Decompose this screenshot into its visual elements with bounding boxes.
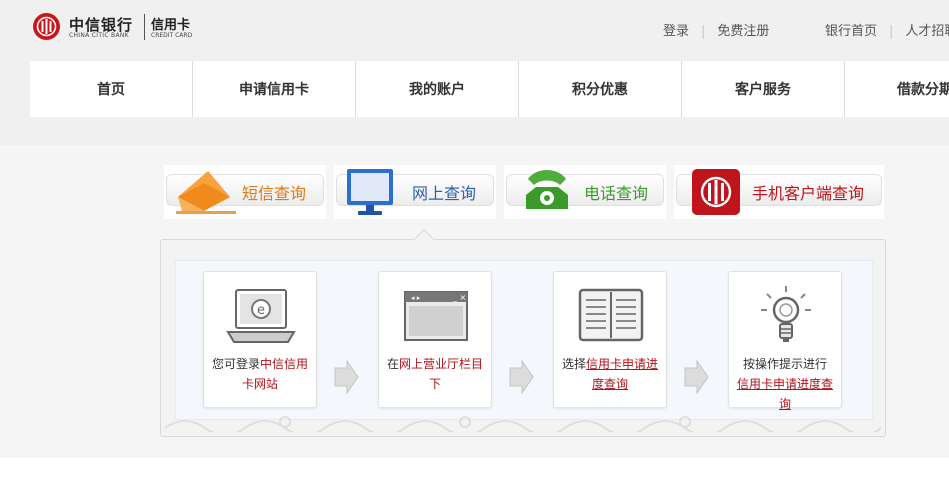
step-online-hall: ◂ ▸ _ × 在网上营业厅栏目下 bbox=[378, 271, 492, 408]
phone-icon bbox=[518, 165, 574, 217]
step-text-prefix: 按操作提示进行 bbox=[742, 357, 827, 371]
tab-phone-query[interactable]: 电话查询 bbox=[504, 165, 666, 219]
nav-item-installments[interactable]: 借款分期 bbox=[845, 61, 949, 117]
nav-item-apply-card[interactable]: 申请信用卡 bbox=[193, 61, 356, 117]
link-divider: | bbox=[889, 24, 894, 39]
tab-label: 短信查询 bbox=[242, 184, 307, 203]
tab-sms-query[interactable]: 短信查询 bbox=[164, 165, 326, 219]
svg-text:e: e bbox=[257, 303, 265, 318]
bank-home-link[interactable]: 银行首页 bbox=[825, 24, 877, 39]
nav-item-points-offers[interactable]: 积分优惠 bbox=[519, 61, 682, 117]
application-progress-link[interactable]: 信用卡申请进度查询 bbox=[586, 357, 658, 391]
register-link[interactable]: 免费注册 bbox=[717, 24, 769, 39]
header: 中信银行 CHINA CITIC BANK 信用卡 CREDIT CARD 登录… bbox=[0, 0, 949, 145]
link-divider: | bbox=[701, 24, 706, 39]
step-text: 您可登录中信信用卡网站 bbox=[208, 354, 312, 394]
site-links: 银行首页 | 人才招聘 bbox=[825, 20, 949, 39]
tab-mobile-app-query[interactable]: 手机客户端查询 bbox=[674, 165, 884, 219]
header-top-bar: 中信银行 CHINA CITIC BANK 信用卡 CREDIT CARD 登录… bbox=[0, 0, 949, 58]
main-nav: 首页 申请信用卡 我的账户 积分优惠 客户服务 借款分期 bbox=[30, 61, 949, 117]
step-text-prefix: 您可登录 bbox=[211, 357, 260, 371]
step-text-prefix: 选择 bbox=[561, 357, 586, 371]
step-arrow-icon bbox=[333, 359, 359, 395]
citic-logo-icon bbox=[33, 13, 60, 40]
query-methods-section: 短信查询 网上查询 电话查询 手机客户端查询 e 您可登录中信信用卡网站 ◂ ▸… bbox=[0, 145, 949, 458]
step-arrow-icon bbox=[508, 359, 534, 395]
envelope-icon bbox=[174, 167, 236, 215]
step-login-website: e 您可登录中信信用卡网站 bbox=[203, 271, 317, 408]
tab-label: 电话查询 bbox=[584, 184, 649, 203]
jobs-link[interactable]: 人才招聘 bbox=[905, 24, 949, 39]
logo-divider bbox=[144, 14, 145, 40]
step-arrow-icon bbox=[683, 359, 709, 395]
step-text-prefix: 在 bbox=[386, 357, 399, 371]
online-query-steps-panel: e 您可登录中信信用卡网站 ◂ ▸ _ × 在网上营业厅栏目下 选择信用卡申请进… bbox=[160, 239, 886, 437]
citic-credit-card-logo[interactable]: 中信银行 CHINA CITIC BANK 信用卡 CREDIT CARD bbox=[33, 12, 203, 42]
nav-item-home[interactable]: 首页 bbox=[30, 61, 193, 117]
brand-name-en: CHINA CITIC BANK bbox=[69, 32, 129, 39]
nav-item-my-account[interactable]: 我的账户 bbox=[356, 61, 519, 117]
svg-text:_ ×: _ × bbox=[452, 293, 466, 302]
online-hall-link[interactable]: 网上营业厅栏目下 bbox=[399, 357, 483, 391]
product-name-en: CREDIT CARD bbox=[151, 32, 193, 39]
nav-item-customer-service[interactable]: 客户服务 bbox=[682, 61, 845, 117]
step-select-progress: 选择信用卡申请进度查询 bbox=[553, 271, 667, 408]
account-links: 登录 | 免费注册 bbox=[663, 20, 769, 39]
citic-app-icon bbox=[692, 169, 740, 215]
tab-label: 网上查询 bbox=[412, 184, 477, 203]
product-name-cn: 信用卡 bbox=[151, 18, 191, 33]
login-link[interactable]: 登录 bbox=[663, 24, 689, 39]
progress-query-link[interactable]: 信用卡申请进度查询 bbox=[737, 377, 833, 411]
page-lower-area bbox=[0, 458, 949, 503]
step-follow-prompts: 按操作提示进行信用卡申请进度查询 bbox=[728, 271, 842, 411]
step-text: 按操作提示进行信用卡申请进度查询 bbox=[733, 354, 837, 414]
svg-text:◂ ▸: ◂ ▸ bbox=[411, 294, 421, 302]
decorative-pattern bbox=[165, 416, 881, 432]
tab-label: 手机客户端查询 bbox=[752, 184, 865, 203]
book-icon bbox=[574, 286, 648, 348]
tab-online-query[interactable]: 网上查询 bbox=[334, 165, 496, 219]
step-text: 选择信用卡申请进度查询 bbox=[558, 354, 662, 394]
step-text: 在网上营业厅栏目下 bbox=[383, 354, 487, 394]
lightbulb-icon bbox=[749, 286, 823, 348]
monitor-icon bbox=[346, 168, 394, 218]
browser-window-icon: ◂ ▸ _ × bbox=[399, 286, 473, 348]
laptop-icon: e bbox=[224, 286, 298, 348]
